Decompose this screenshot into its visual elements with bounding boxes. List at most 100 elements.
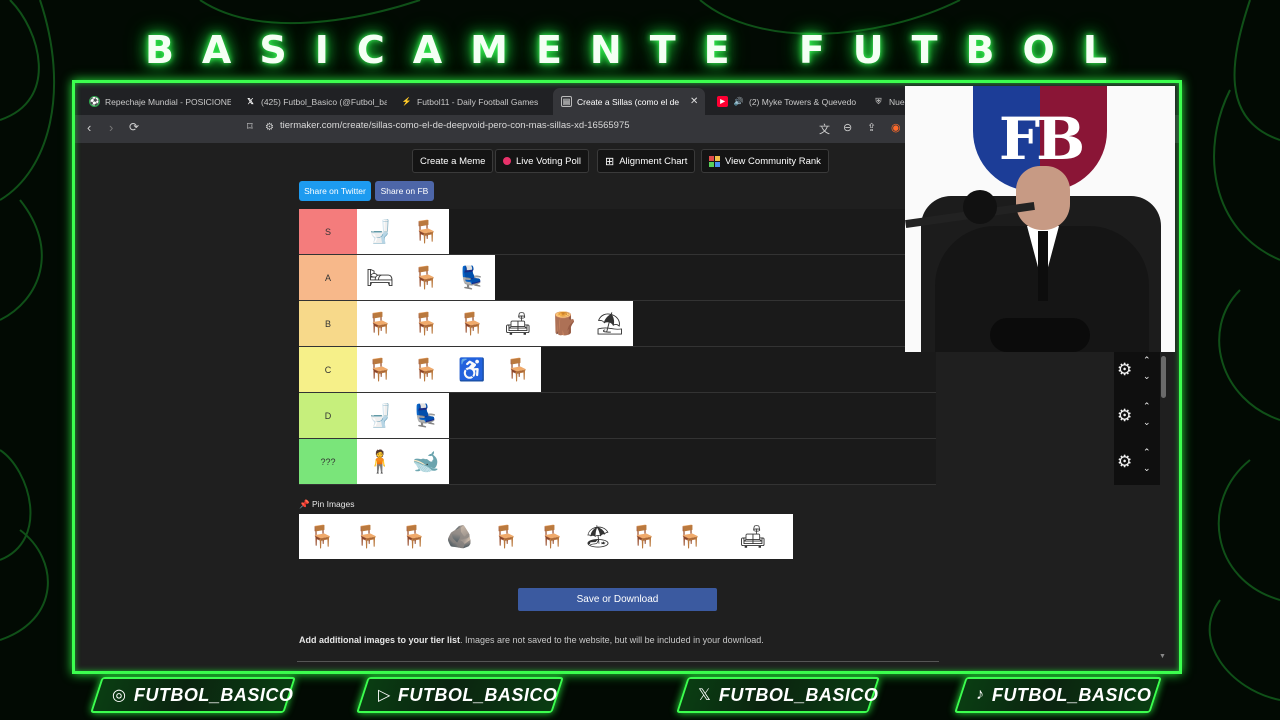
- tier-settings: ⚙ ⌃ ⌄: [1114, 439, 1160, 485]
- tab-twitter[interactable]: 𝕏 (425) Futbol_Basico (@Futbol_ba: [237, 88, 387, 115]
- tier-settings: ⚙ ⌃ ⌄: [1114, 393, 1160, 439]
- tier-item-image[interactable]: 🚽: [357, 393, 403, 438]
- microphone-icon: [963, 190, 997, 224]
- tier-label[interactable]: A: [299, 255, 357, 300]
- divider: [297, 661, 939, 662]
- move-down-icon[interactable]: ⌄: [1143, 371, 1151, 382]
- zoom-icon[interactable]: ⊖: [843, 121, 852, 134]
- tier-label[interactable]: S: [299, 209, 357, 254]
- tier-items: 🛏 🪑 💺: [357, 255, 495, 300]
- translate-icon[interactable]: 文: [819, 121, 830, 137]
- tier-item-image[interactable]: 🪑: [449, 301, 495, 346]
- create-meme-button[interactable]: Create a Meme: [412, 149, 494, 173]
- tier-items: 🪑 🪑 ♿ 🪑: [357, 347, 541, 392]
- image-pool: 🪑 🪑 🪑 🪨 🪑 🪑 🏖 🪑 🪑 🛋: [299, 514, 793, 559]
- forward-icon[interactable]: ›: [109, 120, 113, 135]
- tier-item-image[interactable]: 🧍: [357, 439, 403, 484]
- scroll-down-icon[interactable]: ▼: [1159, 653, 1166, 660]
- pool-image[interactable]: 🪑: [529, 514, 575, 559]
- pool-image[interactable]: 🪑: [667, 514, 713, 559]
- tab-youtube[interactable]: ▶ 🔊 (2) Myke Towers & Quevedo: [709, 88, 859, 115]
- pool-image[interactable]: 🪑: [483, 514, 529, 559]
- tab-tiermaker[interactable]: ▤ Create a Sillas (como el de ✕: [553, 88, 705, 115]
- move-up-icon[interactable]: ⌃: [1143, 401, 1151, 412]
- tier-settings: ⚙ ⌃ ⌄: [1114, 347, 1160, 393]
- tier-item-image[interactable]: 🪑: [357, 347, 403, 392]
- move-down-icon[interactable]: ⌄: [1143, 417, 1151, 428]
- pool-image[interactable]: 🪑: [299, 514, 345, 559]
- record-icon: [503, 157, 511, 165]
- close-icon[interactable]: ✕: [690, 96, 698, 107]
- pool-image[interactable]: 🛋: [713, 514, 793, 559]
- chart-icon: [709, 155, 720, 167]
- tab-futbol11[interactable]: ⚡ Futbol11 - Daily Football Games: [393, 88, 551, 115]
- tier-item-image[interactable]: 🛋: [495, 301, 541, 346]
- tier-label[interactable]: D: [299, 393, 357, 438]
- share-icon[interactable]: ⇪: [867, 121, 876, 134]
- tier-label[interactable]: B: [299, 301, 357, 346]
- social-youtube: ▷ FUTBOL_BASICO: [356, 677, 564, 713]
- tier-item-image[interactable]: 🚽: [357, 209, 403, 254]
- tier-item-image[interactable]: 🛏: [357, 255, 403, 300]
- youtube-icon: ▶: [717, 96, 728, 107]
- tier-item-image[interactable]: 🐋: [403, 439, 449, 484]
- site-info-icon[interactable]: ⚙: [265, 122, 274, 133]
- tier-items: 🚽 🪑: [357, 209, 449, 254]
- gear-icon[interactable]: ⚙: [1117, 452, 1132, 472]
- speaker-icon: 🔊: [733, 97, 744, 106]
- move-up-icon[interactable]: ⌃: [1143, 447, 1151, 458]
- alignment-chart-button[interactable]: ⊞ Alignment Chart: [597, 149, 696, 173]
- share-fb-button[interactable]: Share on FB: [375, 181, 434, 201]
- tier-item-image[interactable]: 🪵: [541, 301, 587, 346]
- soccer-icon: ⚽: [89, 96, 100, 107]
- pool-image[interactable]: 🪑: [621, 514, 667, 559]
- x-logo-icon: 𝕏: [698, 687, 711, 704]
- tier-item-image[interactable]: ⛱: [587, 301, 633, 346]
- add-images-text: Add additional images to your tier list.…: [299, 635, 764, 645]
- tier-item-image[interactable]: 💺: [403, 393, 449, 438]
- presenter-head: [1016, 166, 1070, 230]
- tier-items: 🧍 🐋: [357, 439, 449, 484]
- tier-item-image[interactable]: ♿: [449, 347, 495, 392]
- pool-image[interactable]: 🪑: [391, 514, 437, 559]
- back-icon[interactable]: ‹: [87, 120, 91, 135]
- tier-row: B🪑🪑🪑🛋🪵⛱⚙: [299, 301, 1160, 347]
- tier-item-image[interactable]: 🪑: [403, 209, 449, 254]
- save-download-button[interactable]: Save or Download: [518, 588, 717, 611]
- pool-image[interactable]: 🪑: [345, 514, 391, 559]
- tier-item-image[interactable]: 🪑: [403, 301, 449, 346]
- tier-item-image[interactable]: 💺: [449, 255, 495, 300]
- tier-label[interactable]: ???: [299, 439, 357, 484]
- tier-item-image[interactable]: 🪑: [403, 347, 449, 392]
- scrollbar[interactable]: [1158, 353, 1168, 671]
- url-field[interactable]: tiermaker.com/create/sillas-como-el-de-d…: [280, 120, 630, 131]
- pool-image[interactable]: 🪨: [437, 514, 483, 559]
- tier-item-image[interactable]: 🪑: [357, 301, 403, 346]
- futbol11-icon: ⚡: [401, 97, 412, 106]
- gear-icon[interactable]: ⚙: [1117, 406, 1132, 426]
- webcam-overlay: FB: [905, 86, 1175, 352]
- bookmark-icon[interactable]: ⌑: [247, 120, 253, 133]
- tier-row: D 🚽 💺 ⚙ ⌃ ⌄: [299, 393, 1160, 439]
- pool-image[interactable]: 🏖: [575, 514, 621, 559]
- tab-repechaje[interactable]: ⚽ Repechaje Mundial - POSICIONES: [81, 88, 231, 115]
- scroll-thumb[interactable]: [1161, 356, 1166, 398]
- grid-icon: ⊞: [605, 155, 615, 168]
- x-logo-icon: 𝕏: [247, 97, 254, 106]
- share-twitter-button[interactable]: Share on Twitter: [299, 181, 371, 201]
- move-down-icon[interactable]: ⌄: [1143, 463, 1151, 474]
- tier-row: ??? 🧍 🐋 ⚙ ⌃ ⌄: [299, 439, 1160, 485]
- gear-icon[interactable]: ⚙: [1117, 360, 1132, 380]
- tier-item-image[interactable]: 🪑: [495, 347, 541, 392]
- youtube-icon: ▷: [378, 687, 391, 704]
- tiermaker-icon: ▤: [561, 96, 572, 107]
- brave-icon[interactable]: ◉: [891, 121, 901, 134]
- pin-images[interactable]: 📌 Pin Images: [299, 499, 355, 510]
- reload-icon[interactable]: ⟳: [129, 120, 139, 134]
- community-rank-button[interactable]: View Community Rank: [701, 149, 829, 173]
- tiktok-icon: ♪: [976, 686, 984, 703]
- tier-item-image[interactable]: 🪑: [403, 255, 449, 300]
- move-up-icon[interactable]: ⌃: [1143, 355, 1151, 366]
- live-voting-button[interactable]: Live Voting Poll: [495, 149, 589, 173]
- tier-label[interactable]: C: [299, 347, 357, 392]
